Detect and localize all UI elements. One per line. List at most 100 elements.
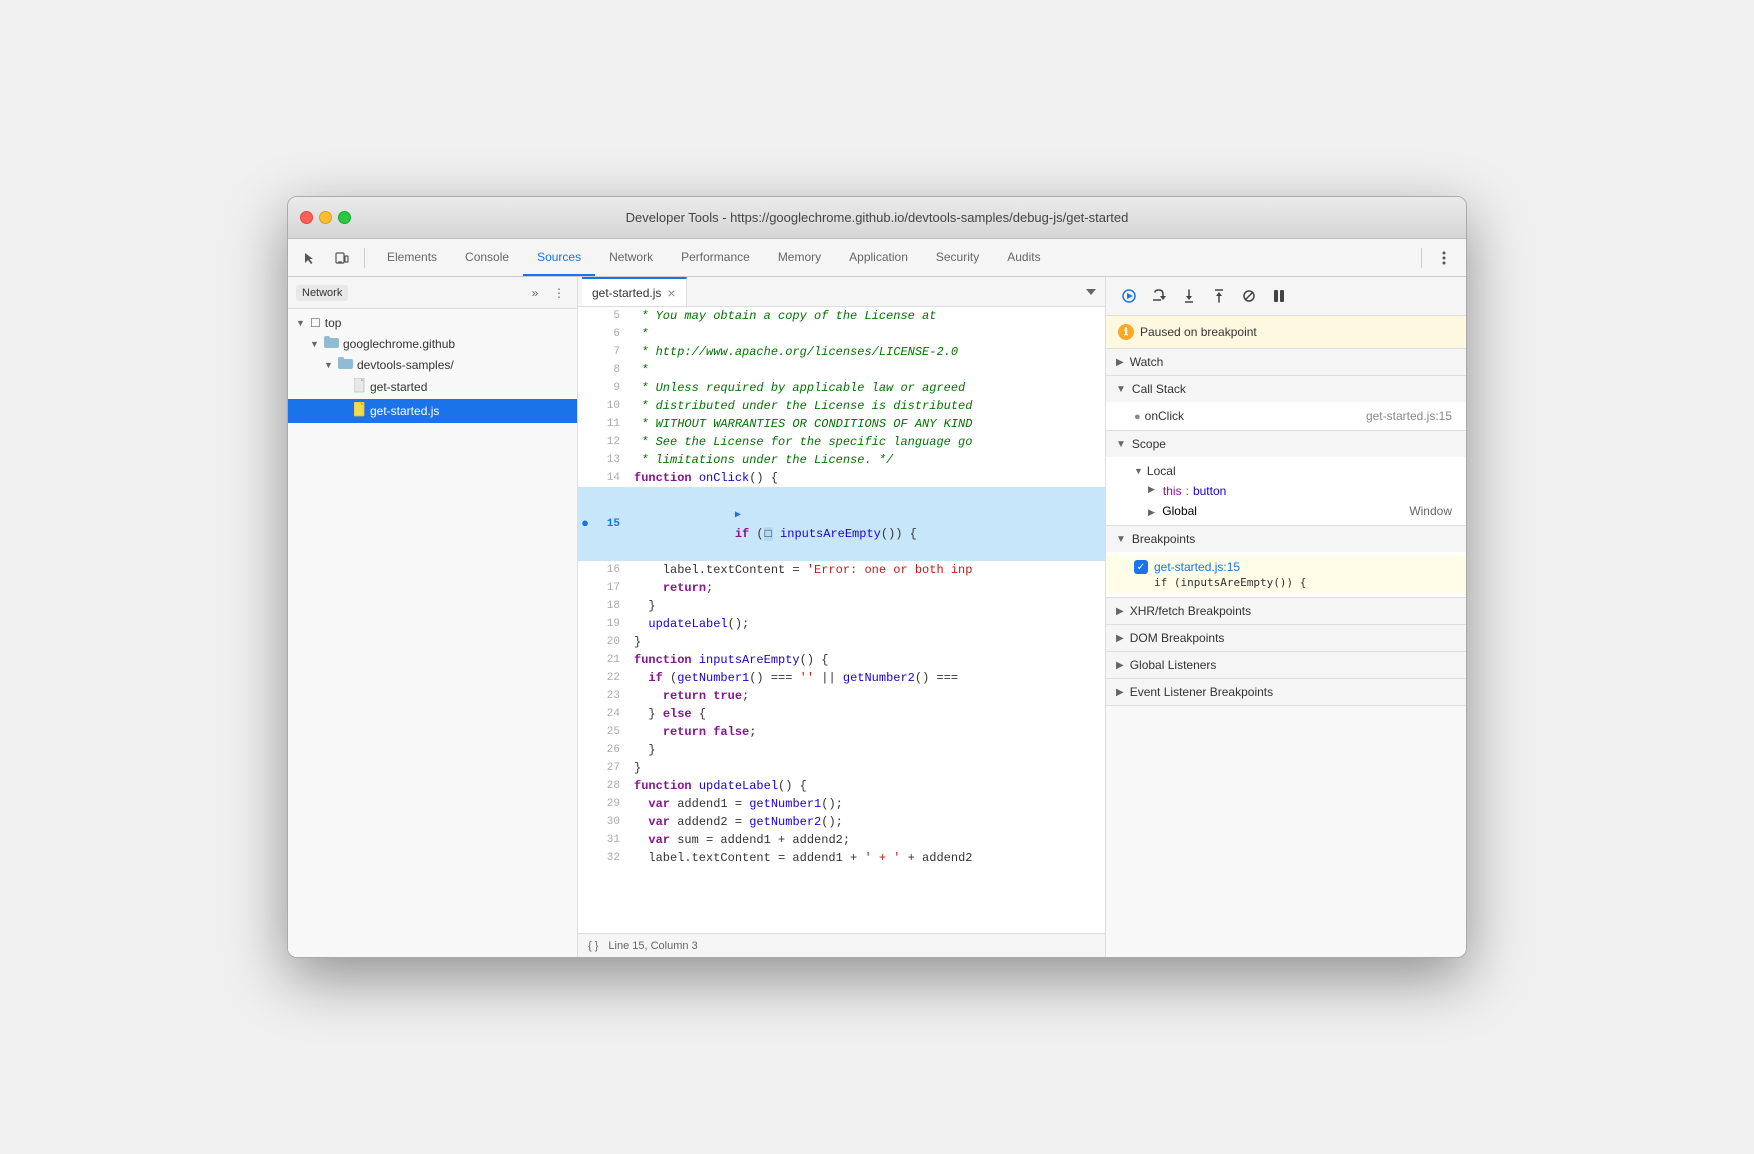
scope-arrow-icon: [1116, 439, 1126, 450]
event-listener-section: Event Listener Breakpoints: [1106, 679, 1466, 706]
global-listeners-label: Global Listeners: [1130, 658, 1217, 672]
code-line-10: 10 * distributed under the License is di…: [578, 397, 1105, 415]
line-num-14: 14: [592, 469, 630, 487]
traffic-lights: [300, 211, 351, 224]
xhr-breakpoints-header[interactable]: XHR/fetch Breakpoints: [1106, 598, 1466, 624]
dom-breakpoints-section: DOM Breakpoints: [1106, 625, 1466, 652]
code-line-28: 28 function updateLabel() {: [578, 777, 1105, 795]
scope-local-header[interactable]: ▼ Local: [1106, 461, 1466, 481]
titlebar: Developer Tools - https://googlechrome.g…: [288, 197, 1466, 239]
code-line-30: 30 var addend2 = getNumber2();: [578, 813, 1105, 831]
tree-item-get-started-js[interactable]: get-started.js: [288, 399, 577, 423]
step-into-button[interactable]: [1176, 283, 1202, 309]
deactivate-breakpoints-button[interactable]: [1236, 283, 1262, 309]
breakpoints-arrow-icon: [1116, 534, 1126, 545]
toolbar-separator-2: [1421, 248, 1422, 268]
line-num-9: 9: [592, 379, 630, 397]
event-listener-header[interactable]: Event Listener Breakpoints: [1106, 679, 1466, 705]
breakpoint-item-top: ✓ get-started.js:15: [1134, 560, 1452, 574]
tab-elements[interactable]: Elements: [373, 239, 451, 276]
tab-console[interactable]: Console: [451, 239, 523, 276]
scope-colon: :: [1186, 484, 1189, 498]
breakpoints-header[interactable]: Breakpoints: [1106, 526, 1466, 552]
info-icon: ℹ: [1118, 324, 1134, 340]
call-stack-item-onclick[interactable]: ●onClick get-started.js:15: [1106, 406, 1466, 426]
pause-on-exceptions-button[interactable]: [1266, 283, 1292, 309]
watch-arrow-icon: [1116, 357, 1124, 368]
editor-tab-nav[interactable]: [1077, 278, 1105, 306]
line-num-13: 13: [592, 451, 630, 469]
tab-application[interactable]: Application: [835, 239, 922, 276]
sidebar-more-icon[interactable]: ⋮: [549, 283, 569, 303]
xhr-label: XHR/fetch Breakpoints: [1130, 604, 1251, 618]
line-num-28: 28: [592, 777, 630, 795]
dom-breakpoints-header[interactable]: DOM Breakpoints: [1106, 625, 1466, 651]
code-line-16: 16 label.textContent = 'Error: one or bo…: [578, 561, 1105, 579]
expand-arrows-icon[interactable]: »: [525, 283, 545, 303]
line-num-30: 30: [592, 813, 630, 831]
dom-arrow-icon: [1116, 633, 1124, 644]
debug-sections: ℹ Paused on breakpoint Watch Call Stack: [1106, 316, 1466, 957]
line-num-6: 6: [592, 325, 630, 343]
code-editor[interactable]: 5 * You may obtain a copy of the License…: [578, 307, 1105, 933]
close-button[interactable]: [300, 211, 313, 224]
line-content-8: *: [630, 361, 1105, 379]
tab-audits[interactable]: Audits: [993, 239, 1054, 276]
code-line-22: 22 if (getNumber1() === '' || getNumber2…: [578, 669, 1105, 687]
editor-status-bar: { } Line 15, Column 3: [578, 933, 1105, 957]
scope-global-row[interactable]: ▶ Global Window: [1106, 501, 1466, 521]
line-num-20: 20: [592, 633, 630, 651]
format-icon[interactable]: { }: [588, 940, 598, 952]
resume-button[interactable]: [1116, 283, 1142, 309]
call-stack-header[interactable]: Call Stack: [1106, 376, 1466, 402]
tab-sources[interactable]: Sources: [523, 239, 595, 276]
scope-global-value: Window: [1409, 504, 1452, 518]
call-stack-section: Call Stack ●onClick get-started.js:15: [1106, 376, 1466, 431]
maximize-button[interactable]: [338, 211, 351, 224]
global-listeners-header[interactable]: Global Listeners: [1106, 652, 1466, 678]
line-content-6: *: [630, 325, 1105, 343]
code-line-14: 14 function onClick() {: [578, 469, 1105, 487]
code-line-8: 8 *: [578, 361, 1105, 379]
tree-item-top[interactable]: ▼ ☐ top: [288, 313, 577, 333]
scope-this-value: button: [1193, 484, 1226, 498]
line-content-9: * Unless required by applicable law or a…: [630, 379, 1105, 397]
tree-item-devtools[interactable]: ▼ devtools-samples/: [288, 354, 577, 375]
code-line-23: 23 return true;: [578, 687, 1105, 705]
more-options-icon[interactable]: [1430, 244, 1458, 272]
tab-memory[interactable]: Memory: [764, 239, 835, 276]
device-toggle-icon[interactable]: [328, 244, 356, 272]
tree-item-get-started[interactable]: get-started: [288, 375, 577, 399]
tab-security[interactable]: Security: [922, 239, 993, 276]
editor-tab-get-started-js[interactable]: get-started.js ×: [582, 277, 687, 306]
tree-item-domain[interactable]: ▼ googlechrome.github: [288, 333, 577, 354]
line-num-5: 5: [592, 307, 630, 325]
code-line-13: 13 * limitations under the License. */: [578, 451, 1105, 469]
scope-header[interactable]: Scope: [1106, 431, 1466, 457]
breakpoint-checkbox[interactable]: ✓: [1134, 560, 1148, 574]
editor-tab-close[interactable]: ×: [667, 286, 675, 300]
line-num-23: 23: [592, 687, 630, 705]
dom-label: DOM Breakpoints: [1130, 631, 1225, 645]
code-line-27: 27 }: [578, 759, 1105, 777]
code-line-32: 32 label.textContent = addend1 + ' + ' +…: [578, 849, 1105, 867]
sidebar-header: Network » ⋮: [288, 277, 577, 309]
code-line-24: 24 } else {: [578, 705, 1105, 723]
xhr-arrow-icon: [1116, 606, 1124, 617]
cursor-icon[interactable]: [296, 244, 324, 272]
line-content-23: return true;: [630, 687, 1105, 705]
line-content-19: updateLabel();: [630, 615, 1105, 633]
scope-global-header: ▶ Global: [1148, 504, 1197, 518]
scope-section: Scope ▼ Local ▶ this : button: [1106, 431, 1466, 526]
tab-performance[interactable]: Performance: [667, 239, 764, 276]
code-line-29: 29 var addend1 = getNumber1();: [578, 795, 1105, 813]
debug-panel: ℹ Paused on breakpoint Watch Call Stack: [1106, 277, 1466, 957]
code-lines: 5 * You may obtain a copy of the License…: [578, 307, 1105, 867]
watch-section-header[interactable]: Watch: [1106, 349, 1466, 375]
step-over-button[interactable]: [1146, 283, 1172, 309]
step-out-button[interactable]: [1206, 283, 1232, 309]
minimize-button[interactable]: [319, 211, 332, 224]
scope-local-this: ▶ this : button: [1106, 481, 1466, 501]
code-line-25: 25 return false;: [578, 723, 1105, 741]
tab-network[interactable]: Network: [595, 239, 667, 276]
